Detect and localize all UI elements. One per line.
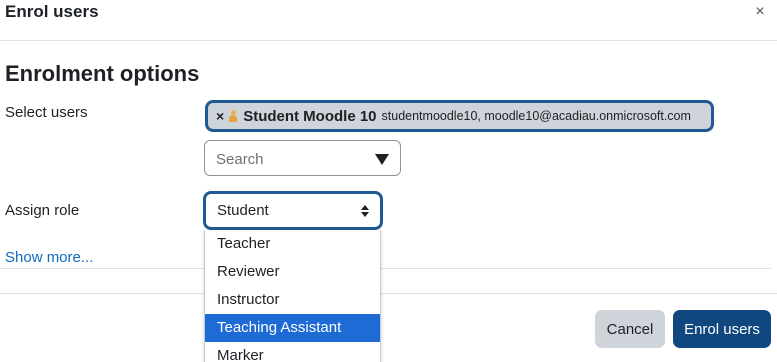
role-select-value: Student (217, 202, 269, 219)
selected-user-name: Student Moodle 10 (243, 107, 377, 125)
assign-role-label: Assign role (5, 202, 80, 219)
search-input[interactable] (216, 149, 366, 169)
user-icon (229, 110, 238, 122)
enrol-users-button[interactable]: Enrol users (673, 310, 771, 348)
close-icon[interactable]: × (750, 2, 770, 22)
role-options-list: Teacher Reviewer Instructor Teaching Assist… (204, 230, 381, 362)
show-more-link[interactable]: Show more... (5, 248, 93, 268)
assign-role-select[interactable]: Student (203, 191, 383, 230)
user-search-field[interactable] (204, 140, 401, 176)
form-divider (0, 268, 771, 269)
selected-user-detail: studentmoodle10, moodle10@acadiau.onmicr… (381, 109, 691, 123)
cancel-button[interactable]: Cancel (595, 310, 665, 348)
role-option[interactable]: Marker (205, 342, 380, 362)
footer-divider (0, 293, 777, 294)
modal-header: Enrol users × (0, 0, 777, 41)
enrol-users-modal: Enrol users × Enrolment options Select u… (0, 0, 777, 362)
section-heading: Enrolment options (5, 61, 200, 86)
modal-title: Enrol users (5, 2, 99, 21)
role-option[interactable]: Reviewer (205, 258, 380, 286)
role-option[interactable]: Teaching Assistant (205, 314, 380, 342)
selected-user-chip[interactable]: × Student Moodle 10 studentmoodle10, moo… (205, 100, 714, 132)
remove-user-icon[interactable]: × (216, 108, 224, 124)
caret-down-icon[interactable] (375, 154, 389, 165)
role-option[interactable]: Instructor (205, 286, 380, 314)
up-down-arrows-icon (361, 205, 370, 217)
select-users-label: Select users (5, 104, 88, 121)
role-option[interactable]: Teacher (205, 230, 380, 258)
